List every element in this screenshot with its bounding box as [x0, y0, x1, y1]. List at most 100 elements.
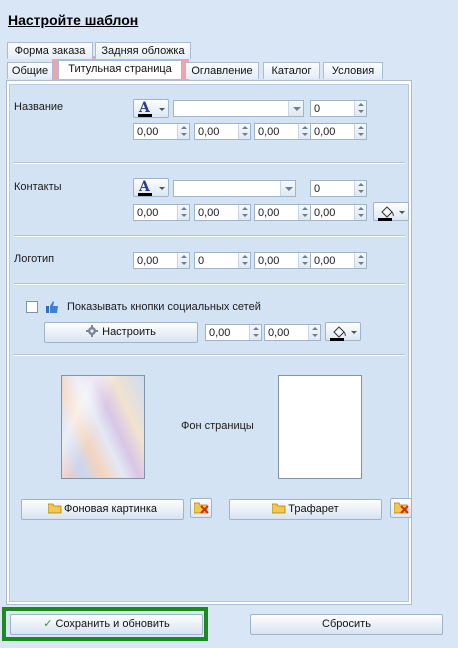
tab-catalog[interactable]: Каталог [263, 62, 320, 79]
spin-arrows[interactable] [298, 205, 310, 220]
checkmark-icon: ✓ [43, 618, 53, 630]
spin-arrows[interactable] [238, 124, 250, 139]
delete-image-icon [394, 502, 409, 514]
name-offset-4[interactable]: 0,00 [310, 123, 367, 140]
dropdown-arrow-icon [351, 331, 357, 334]
spin-arrows[interactable] [308, 325, 320, 340]
fill-color-bar [330, 338, 344, 341]
social-buttons-checkbox[interactable] [26, 301, 38, 313]
tab-conditions[interactable]: Условия [323, 62, 383, 79]
chevron-down-icon[interactable] [280, 181, 295, 196]
stencil-button[interactable]: Трафарет [229, 499, 382, 520]
folder-icon [271, 502, 286, 514]
spin-value: 0,00 [314, 126, 336, 138]
contacts-offset-1[interactable]: 0,00 [133, 204, 190, 221]
spin-arrows[interactable] [298, 124, 310, 139]
paint-bucket-icon [381, 206, 394, 218]
logo-offset-3[interactable]: 0,00 [254, 252, 311, 269]
name-label: Название [14, 101, 64, 113]
tab-order-form[interactable]: Форма заказа [7, 42, 93, 59]
tab-contents[interactable]: Оглавление [185, 62, 259, 79]
spin-arrows[interactable] [354, 181, 366, 196]
name-font-color-button[interactable]: A [133, 99, 169, 118]
spin-value: 0 [314, 183, 321, 195]
spin-arrows[interactable] [354, 205, 366, 220]
contacts-font-size-spin[interactable]: 0 [310, 180, 367, 197]
spin-value: 0,00 [314, 255, 336, 267]
logo-offset-1[interactable]: 0,00 [133, 252, 190, 269]
social-offset-2[interactable]: 0,00 [264, 324, 321, 341]
dropdown-arrow-icon [159, 187, 165, 190]
divider [14, 283, 405, 284]
contacts-offset-2[interactable]: 0,00 [194, 204, 251, 221]
font-color-bar [138, 114, 152, 117]
spin-value: 0,00 [198, 126, 220, 138]
delete-background-image-button[interactable] [190, 498, 212, 518]
spin-arrows[interactable] [238, 205, 250, 220]
chevron-down-icon[interactable] [288, 101, 303, 116]
divider [14, 162, 405, 163]
stencil-button-label: Трафарет [288, 503, 339, 515]
spin-value: 0,00 [198, 207, 220, 219]
spin-value: 0 [314, 103, 321, 115]
contacts-label: Контакты [14, 181, 62, 193]
logo-offset-2[interactable]: 0 [194, 252, 251, 269]
side-strip [412, 80, 458, 605]
contacts-offset-4[interactable]: 0,00 [310, 204, 367, 221]
spin-value: 0,00 [258, 207, 280, 219]
name-offset-1[interactable]: 0,00 [133, 123, 190, 140]
folder-icon [47, 502, 62, 514]
spin-value: 0,00 [209, 327, 231, 339]
tab-back-cover[interactable]: Задняя обложка [95, 42, 191, 59]
contacts-font-color-button[interactable]: A [133, 178, 169, 197]
tab-title-page[interactable]: Титульная страница [58, 60, 182, 79]
spin-value: 0 [198, 255, 205, 267]
configure-button[interactable]: Настроить [44, 322, 198, 343]
spin-value: 0,00 [137, 255, 159, 267]
social-buttons-label: Показывать кнопки социальных сетей [67, 301, 261, 313]
social-fill-color-button[interactable] [325, 322, 361, 341]
font-color-bar [138, 193, 152, 196]
spin-value: 0,00 [258, 255, 280, 267]
spin-arrows[interactable] [298, 253, 310, 268]
spin-arrows[interactable] [354, 124, 366, 139]
spin-value: 0,00 [258, 126, 280, 138]
divider [14, 354, 405, 355]
delete-stencil-button[interactable] [390, 498, 412, 518]
name-font-combo[interactable] [173, 100, 304, 117]
fill-color-bar [378, 218, 392, 221]
background-image-button[interactable]: Фоновая картинка [21, 499, 184, 520]
contacts-font-combo[interactable] [173, 180, 296, 197]
spin-arrows[interactable] [354, 101, 366, 116]
spin-arrows[interactable] [177, 253, 189, 268]
tab-general[interactable]: Общие [7, 62, 53, 79]
delete-image-icon [194, 502, 209, 514]
dropdown-arrow-icon [159, 108, 165, 111]
spin-arrows[interactable] [177, 205, 189, 220]
thumbs-up-icon [46, 301, 58, 313]
spin-arrows[interactable] [249, 325, 261, 340]
divider [14, 235, 405, 236]
dropdown-arrow-icon [399, 211, 405, 214]
reset-button[interactable]: Сбросить [250, 614, 443, 635]
contacts-offset-3[interactable]: 0,00 [254, 204, 311, 221]
spin-value: 0,00 [137, 207, 159, 219]
stencil-preview[interactable] [278, 375, 362, 479]
contacts-fill-color-button[interactable] [373, 202, 409, 221]
save-and-refresh-button[interactable]: ✓ Сохранить и обновить [10, 614, 203, 635]
spin-arrows[interactable] [177, 124, 189, 139]
spin-arrows[interactable] [238, 253, 250, 268]
logo-offset-4[interactable]: 0,00 [310, 252, 367, 269]
spin-value: 0,00 [137, 126, 159, 138]
background-image-preview[interactable] [61, 375, 145, 479]
name-font-size-spin[interactable]: 0 [310, 100, 367, 117]
page-background-label: Фон страницы [181, 420, 254, 432]
background-image-button-label: Фоновая картинка [63, 503, 157, 515]
configure-button-label: Настроить [102, 326, 156, 338]
spin-arrows[interactable] [354, 253, 366, 268]
save-button-label: Сохранить и обновить [55, 618, 170, 630]
name-offset-2[interactable]: 0,00 [194, 123, 251, 140]
social-offset-1[interactable]: 0,00 [205, 324, 262, 341]
logo-label: Логотип [14, 253, 55, 265]
name-offset-3[interactable]: 0,00 [254, 123, 311, 140]
